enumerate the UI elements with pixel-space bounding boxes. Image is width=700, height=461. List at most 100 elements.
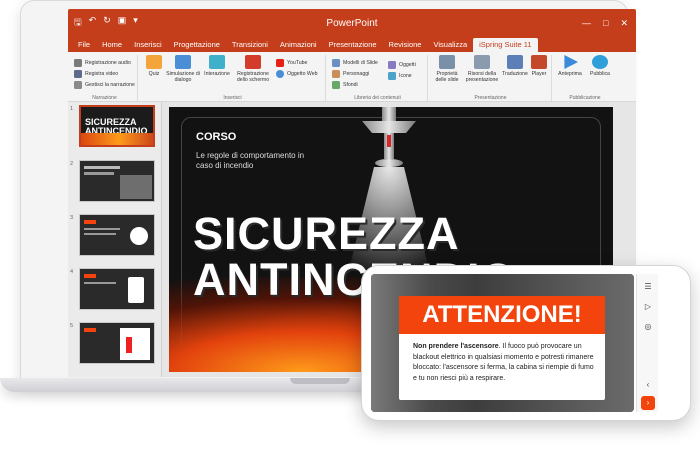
quiz-button[interactable]: Quiz xyxy=(142,55,166,77)
tab-inserisci[interactable]: Inserisci xyxy=(128,38,168,52)
backgrounds-button[interactable]: Sfondi xyxy=(332,79,378,90)
tab-presentazione[interactable]: Presentazione xyxy=(323,38,383,52)
maximize-icon[interactable]: □ xyxy=(603,18,608,29)
youtube-icon xyxy=(276,58,284,67)
slide-properties-button[interactable]: Proprietà delle slide xyxy=(432,55,462,83)
objects-button[interactable]: Oggetti xyxy=(388,59,416,70)
group-narrazione: Registrazione audio Registra video Gesti… xyxy=(72,55,138,101)
translation-icon xyxy=(507,55,523,69)
characters-button[interactable]: Personaggi xyxy=(332,68,378,79)
group-label: Pubblicazione xyxy=(569,95,601,101)
minimize-icon[interactable]: — xyxy=(582,18,591,29)
alert-card: ATTENZIONE! Non prendere l'ascensore. Il… xyxy=(399,296,605,400)
title-bar: 🖫 ↶ ↻ ▣ ▾ PowerPoint — □ ✕ xyxy=(68,9,636,37)
window-controls: — □ ✕ xyxy=(582,18,636,29)
interaction-button[interactable]: Interazione xyxy=(202,55,232,77)
group-libreria: Modelli di Slide Personaggi Sfondi Ogget… xyxy=(328,55,428,101)
slideshow-icon[interactable]: ▣ xyxy=(118,15,127,31)
dialog-simulation-button[interactable]: Simulazione di dialogo xyxy=(166,55,200,83)
phone-frame: ATTENZIONE! Non prendere l'ascensore. Il… xyxy=(361,265,691,421)
prev-icon[interactable]: ‹ xyxy=(641,378,655,392)
player-icon xyxy=(531,55,547,69)
close-icon[interactable]: ✕ xyxy=(620,18,628,29)
replay-icon[interactable]: ◎ xyxy=(641,320,655,334)
ribbon-tabs: File Home Inserisci Progettazione Transi… xyxy=(68,37,636,52)
save-icon[interactable]: 🖫 xyxy=(74,15,82,31)
alert-title: ATTENZIONE! xyxy=(399,296,605,334)
next-icon[interactable]: › xyxy=(641,396,655,410)
tab-animazioni[interactable]: Animazioni xyxy=(274,38,323,52)
tab-file[interactable]: File xyxy=(72,38,96,52)
preview-button[interactable]: Anteprima xyxy=(556,55,584,77)
quiz-icon xyxy=(146,55,162,69)
publish-button[interactable]: Pubblica xyxy=(586,55,614,77)
record-video-button[interactable]: Registra video xyxy=(74,68,137,79)
objects-icon xyxy=(388,60,396,69)
slide-thumbnail-5[interactable] xyxy=(79,322,155,364)
group-presentazione: Proprietà delle slide Risorsi della pres… xyxy=(430,55,552,101)
slide-thumbnail-1[interactable]: SICUREZZA ANTINCENDIO xyxy=(79,105,155,147)
slide-heading: CORSO xyxy=(196,131,237,143)
globe-icon xyxy=(276,69,284,78)
dialog-icon xyxy=(175,55,191,69)
presentation-resources-button[interactable]: Risorsi della presentazione xyxy=(463,55,501,83)
microphone-icon xyxy=(74,58,82,67)
redo-icon[interactable]: ↻ xyxy=(103,15,111,31)
web-object-button[interactable]: Oggetto Web xyxy=(276,68,317,79)
thumb-number: 5 xyxy=(70,323,74,329)
resources-icon xyxy=(474,55,490,69)
background-icon xyxy=(332,80,340,89)
slide-thumbnails-panel: 1 SICUREZZA ANTINCENDIO 2 3 4 5 xyxy=(68,102,162,377)
group-label: Inserisci xyxy=(223,95,242,101)
icons-button[interactable]: Icone xyxy=(388,70,416,81)
play-icon[interactable]: ▷ xyxy=(641,300,655,314)
slide-thumbnail-2[interactable] xyxy=(79,160,155,202)
thumb-number: 2 xyxy=(70,161,74,167)
slide-title-line1: SICUREZZA xyxy=(193,208,460,259)
menu-icon[interactable]: ☰ xyxy=(641,280,655,294)
thumb-number: 3 xyxy=(70,215,74,221)
tab-home[interactable]: Home xyxy=(96,38,128,52)
properties-icon xyxy=(439,55,455,69)
narration-icon xyxy=(74,80,82,89)
publish-globe-icon xyxy=(592,55,608,69)
quick-access-toolbar: 🖫 ↶ ↻ ▣ ▾ xyxy=(68,15,138,31)
mobile-player-sidebar: ☰ ▷ ◎ ‹ › xyxy=(636,274,658,412)
screen-recording-button[interactable]: Registrazione dello schermo xyxy=(234,55,272,83)
app-title: PowerPoint xyxy=(326,17,378,29)
group-inserisci: Quiz Simulazione di dialogo Interazione … xyxy=(140,55,326,101)
manage-narration-button[interactable]: Gestisci la narrazione xyxy=(74,79,137,90)
slide-subtitle: Le regole di comportamento in caso di in… xyxy=(196,151,305,170)
tab-progettazione[interactable]: Progettazione xyxy=(168,38,226,52)
record-audio-button[interactable]: Registrazione audio xyxy=(74,57,137,68)
thumb-number: 1 xyxy=(70,106,74,112)
camera-icon xyxy=(74,69,82,78)
group-label: Presentazione xyxy=(474,95,507,101)
character-icon xyxy=(332,69,340,78)
slide-templates-button[interactable]: Modelli di Slide xyxy=(332,57,378,68)
player-button[interactable]: Player xyxy=(528,55,550,77)
slide-thumbnail-4[interactable] xyxy=(79,268,155,310)
laptop-notch xyxy=(290,378,350,384)
mobile-player-screen: ATTENZIONE! Non prendere l'ascensore. Il… xyxy=(371,274,634,412)
templates-icon xyxy=(332,58,340,67)
translation-button[interactable]: Traduzione xyxy=(502,55,528,77)
group-label: Narrazione xyxy=(92,95,117,101)
thumb-number: 4 xyxy=(70,269,74,275)
alert-text: Non prendere l'ascensore. Il fuoco può p… xyxy=(413,343,594,382)
tab-transizioni[interactable]: Transizioni xyxy=(226,38,274,52)
customize-icon[interactable]: ▾ xyxy=(133,15,138,31)
screen-record-icon xyxy=(245,55,261,69)
icons-icon xyxy=(388,71,396,80)
undo-icon[interactable]: ↶ xyxy=(89,15,97,31)
group-label: Libreria dei contenuti xyxy=(354,95,401,101)
play-icon xyxy=(564,55,578,69)
ribbon: Registrazione audio Registra video Gesti… xyxy=(68,52,636,102)
youtube-button[interactable]: YouTube xyxy=(276,57,317,68)
tab-visualizza[interactable]: Visualizza xyxy=(427,38,473,52)
tab-revisione[interactable]: Revisione xyxy=(383,38,428,52)
interaction-icon xyxy=(209,55,225,69)
slide-thumbnail-3[interactable] xyxy=(79,214,155,256)
group-pubblicazione: Anteprima Pubblica Pubblicazione xyxy=(554,55,616,101)
tab-ispring-suite[interactable]: iSpring Suite 11 xyxy=(473,38,538,52)
